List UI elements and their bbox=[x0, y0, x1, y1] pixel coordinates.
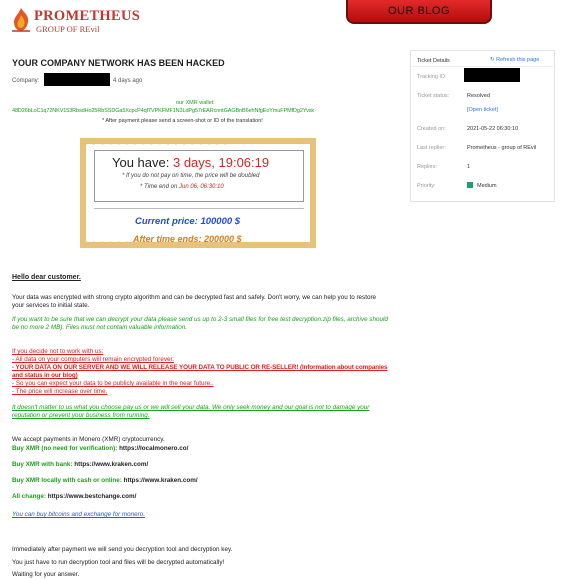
payment-option: Buy XMR locally with cash or online: htt… bbox=[12, 477, 198, 484]
payment-option: All change: https://www.bestchange.com/ bbox=[12, 493, 137, 500]
sell-data-paragraph: It doesn't matter to us what you choose … bbox=[12, 404, 370, 419]
refresh-icon: ↻ bbox=[490, 57, 495, 63]
time-remaining: You have: 3 days, 19:06:19 bbox=[112, 155, 270, 170]
intro-paragraph: Your data was encrypted with strong cryp… bbox=[12, 294, 377, 309]
tracking-label: Tracking ID: bbox=[417, 74, 447, 80]
ticket-details-title: Ticket Details bbox=[417, 58, 450, 64]
status-label: Ticket status: bbox=[417, 93, 450, 99]
payments-intro: We accept payments in Monero (XMR) crypt… bbox=[12, 436, 165, 443]
created-label: Created on: bbox=[417, 126, 446, 132]
brand-subtitle: GROUP OF REvil bbox=[36, 24, 100, 34]
divider bbox=[94, 208, 304, 209]
after-payment-note: * After payment please send a screen-sho… bbox=[102, 118, 263, 124]
divider bbox=[412, 66, 553, 67]
page-title: YOUR COMPANY NETWORK HAS BEEN HACKED bbox=[12, 58, 225, 68]
payment-link[interactable]: https://localmonero.co/ bbox=[119, 445, 188, 452]
open-ticket-link[interactable]: [Open ticket] bbox=[467, 107, 498, 113]
wallet-label: our XMR wallet: bbox=[176, 100, 215, 106]
payment-link[interactable]: https://www.bestchange.com/ bbox=[48, 493, 137, 500]
payment-link[interactable]: https://www.kraken.com/ bbox=[124, 477, 198, 484]
time-left-value: 3 days, 19:06:19 bbox=[172, 155, 270, 170]
threat-list: If you decide not to work with us: - All… bbox=[12, 348, 390, 396]
replies-label: Replies: bbox=[417, 164, 437, 170]
priority-value: Medium bbox=[477, 183, 497, 189]
test-decryption-paragraph: If you want to be sure that we can decry… bbox=[12, 316, 388, 331]
priority-square-icon bbox=[467, 182, 473, 188]
redacted-company bbox=[44, 73, 110, 86]
double-price-warning: * If you do not pay on time, the price w… bbox=[122, 173, 260, 179]
threat-title: If you decide not to work with us: bbox=[12, 348, 104, 355]
replier-label: Last replier: bbox=[417, 145, 446, 151]
border-dots: ● ● ● ● ● ● ● ● ● ● ● ● ● ● ● ● ● ● bbox=[84, 140, 229, 147]
status-value: Resolved bbox=[467, 93, 490, 99]
replies-value: 1 bbox=[467, 164, 471, 170]
payment-option: Buy XMR with bank: https://www.kraken.co… bbox=[12, 461, 149, 468]
buy-bitcoins-link[interactable]: You can buy bitcoins and exchange for mo… bbox=[12, 511, 390, 519]
greeting: Hello dear customer. bbox=[12, 274, 81, 281]
threat-item[interactable]: - YOUR DATA ON OUR SERVER AND WE WILL RE… bbox=[12, 364, 390, 380]
priority-label: Priority: bbox=[417, 183, 436, 189]
after-price: After time ends: 200000 $ bbox=[133, 234, 242, 244]
replier-value: Prometheus - group of REvil bbox=[467, 145, 537, 151]
created-value: 2021-05-22 06:30:10 bbox=[467, 126, 519, 132]
after-payment-line: Immediately after payment we will send y… bbox=[12, 546, 233, 553]
redacted-tracking-id bbox=[464, 68, 520, 82]
refresh-link[interactable]: ↻ Refresh this page bbox=[490, 57, 539, 63]
time-end: * Time end on Jun 06, 06:30:10 bbox=[140, 184, 224, 190]
threat-item: - All data on your computers will remain… bbox=[12, 356, 175, 363]
company-age: 4 days ago bbox=[113, 78, 143, 84]
company-label: Company: bbox=[12, 78, 40, 84]
brand-name: PROMETHEUS bbox=[34, 8, 141, 24]
payment-option: Buy XMR (no need for verification): http… bbox=[12, 445, 189, 452]
payment-link[interactable]: https://www.kraken.com/ bbox=[74, 461, 148, 468]
after-payment-line: You just have to run decryption tool and… bbox=[12, 559, 225, 566]
prometheus-flame-logo bbox=[12, 8, 30, 32]
current-price: Current price: 100000 $ bbox=[135, 216, 241, 227]
our-blog-button[interactable]: OUR BLOG bbox=[346, 0, 492, 24]
wallet-address: 48D26bLoC1q72NKV153RbsdHo25RbSSDGa5XcpcP… bbox=[12, 108, 315, 114]
threat-item: - So you can expect your data to be publ… bbox=[12, 380, 214, 387]
threat-item: - The price will increase over time. bbox=[12, 388, 108, 395]
after-payment-line: Waiting for your answer. bbox=[12, 571, 80, 578]
